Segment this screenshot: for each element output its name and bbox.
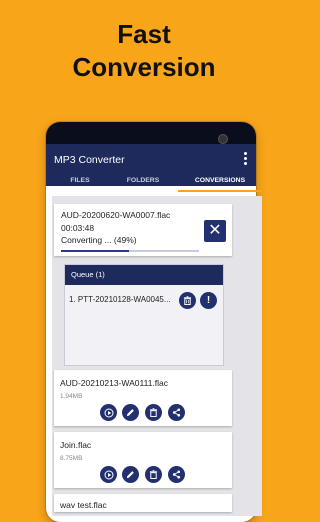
cancel-conversion-button[interactable]: ✕ [204,220,226,242]
file-size: 1.94MB [60,393,83,400]
file-card[interactable]: wav test.flac [54,494,232,512]
file-card[interactable]: Join.flac 8.75MB [54,432,232,488]
tab-folders[interactable]: FOLDERS [108,172,178,192]
close-icon: ✕ [208,222,222,239]
queue-item: 1. PTT-20210128-WA0045... [69,295,171,304]
queue-panel: Queue (1) 1. PTT-20210128-WA0045... ! [64,264,224,366]
file-size: 8.75MB [60,455,83,462]
headline-line-2: Conversion [72,52,216,82]
play-button[interactable] [100,404,117,421]
headline: Fast Conversion [0,18,288,84]
app-title: MP3 Converter [54,154,125,166]
trash-icon [183,296,192,305]
conversion-file-name: AUD-20200620-WA0007.flac [61,210,171,220]
play-button[interactable] [100,466,117,483]
conversion-progress-fill [61,250,129,252]
status-bar [46,122,256,144]
pencil-icon [126,409,134,417]
more-vert-icon[interactable] [240,151,250,167]
play-icon [104,470,113,479]
conversion-duration: 00:03:48 [61,223,95,233]
play-icon [104,408,113,417]
edit-button[interactable] [122,466,139,483]
conversion-status: Converting ... (49%) [61,235,137,245]
queue-error-button[interactable]: ! [200,292,217,309]
file-name: wav test.flac [60,500,107,510]
exclamation-icon: ! [206,295,211,306]
share-button[interactable] [168,404,185,421]
trash-icon [149,408,158,417]
queue-title: Queue (1) [65,265,223,285]
tab-bar: FILES FOLDERS CONVERSIONS [0,172,288,192]
delete-button[interactable] [145,466,162,483]
conversion-progress-bar [61,250,199,252]
file-card[interactable]: AUD-20210213-WA0111.flac 1.94MB [54,370,232,426]
share-icon [172,470,181,479]
share-button[interactable] [168,466,185,483]
tab-conversions[interactable]: CONVERSIONS [178,172,262,192]
delete-button[interactable] [145,404,162,421]
trash-icon [149,470,158,479]
share-icon [172,408,181,417]
camera-icon [218,134,228,144]
edit-button[interactable] [122,404,139,421]
file-name: Join.flac [60,440,92,450]
queue-delete-button[interactable] [179,292,196,309]
pencil-icon [126,471,134,479]
tab-files[interactable]: FILES [52,172,108,192]
headline-line-1: Fast [117,19,171,49]
conversion-card: AUD-20200620-WA0007.flac 00:03:48 Conver… [54,204,232,256]
file-name: AUD-20210213-WA0111.flac [60,378,169,388]
